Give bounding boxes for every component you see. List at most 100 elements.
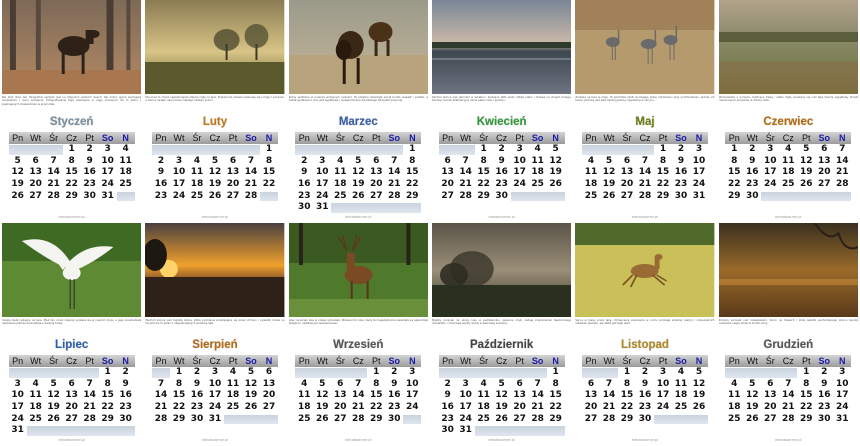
day-cell: 1 [68,144,75,154]
day-cell: 28 [602,413,616,424]
month-name: Wrzesień [333,339,384,351]
weekday-header: Pn Wt Śr Cz Pt So N [581,132,708,144]
day-cell: 8 [659,155,667,166]
day-cell: 12 [746,390,759,401]
day-cell: 9 [122,378,129,389]
day-cell: 25 [531,179,544,190]
day-grid: 1 2 3 4 5 6 7 8 9 10 11 12 13 14 15 16 17 18 19 20 21 22 23 24 2… [438,367,565,437]
empty-day-cell [779,191,798,202]
day-cell: 15 [101,390,114,401]
month-card-dec: Zimowy poranek nad rozlewiskiem. Szron n… [717,223,860,446]
day-cell: 24 [836,402,849,413]
day-cell: 11 [531,155,544,166]
day-cell: 19 [495,402,508,413]
day-cell: 4 [229,367,237,377]
day-cell: 7 [157,378,165,389]
day-cell: 12 [352,167,365,178]
day-cell: 29 [728,190,741,201]
day-cell: 22 [728,179,741,190]
weekday-n: N [552,356,559,366]
day-cell: 19 [11,179,24,190]
empty-day-cell [797,191,816,202]
empty-day-cell [116,191,135,202]
day-cell: 4 [480,378,487,389]
weekday-header: Pn Wt Śr Cz Pt So N [295,355,422,367]
empty-day-cell [689,414,708,425]
day-cell: 29 [172,413,186,424]
day-cell: 23 [638,402,652,413]
weekday-n: N [839,356,846,366]
day-cell: 16 [119,390,132,401]
month-card-jul: Czapla biała lądująca na łące. Ptak ten … [0,223,143,446]
day-cell: 11 [674,378,688,389]
empty-day-cell [259,414,278,425]
day-cell: 5 [552,144,559,154]
day-cell: 21 [352,402,365,413]
day-cell: 7 [391,155,398,166]
month-calendar: Pn Wt Śr Cz Pt So N 1 2 3 4 5 6 7 8 9 10 11 12 13 14 15 16 17 1… [438,355,565,437]
photo-caption: Sarna w biegu przez łąkę. Uchwycenie zwi… [575,319,715,326]
empty-day-cell [151,368,170,378]
month-calendar: Pn Wt Śr Cz Pt So N 1 2 3 4 5 6 7 8 9 10 11 12 13 14 15 16 17 1… [8,132,135,202]
weekday-so: So [531,356,544,366]
day-cell: 10 [656,378,670,389]
day-cell: 17 [656,390,670,401]
weekday-śr: Śr [335,133,345,143]
day-cell: 22 [370,402,383,413]
empty-day-cell [403,414,422,425]
day-cell: 12 [800,155,813,166]
day-cell: 25 [477,413,490,424]
empty-day-cell [546,426,565,437]
day-cell: 28 [459,190,472,201]
weekday-n: N [265,133,273,143]
day-cell: 12 [602,167,616,178]
day-cell: 27 [818,179,831,190]
month-calendar: Pn Wt Śr Cz Pt So N 1 2 3 4 5 6 7 8 9 10 11 12 13 14 15 16 17 1… [151,132,278,202]
empty-day-cell [546,191,565,202]
day-cell: 18 [531,167,544,178]
day-cell: 30 [388,413,401,424]
day-cell: 6 [229,155,237,166]
day-cell: 4 [337,155,344,166]
day-cell: 11 [334,167,347,178]
day-cell: 15 [800,390,813,401]
day-cell: 9 [301,167,308,178]
day-cell: 11 [584,167,598,178]
day-cell: 6 [516,378,523,389]
day-cell: 27 [29,190,42,201]
day-cell: 29 [370,413,383,424]
day-cell: 2 [301,155,308,166]
empty-day-cell [474,368,493,378]
day-cell: 8 [265,155,273,166]
empty-day-cell [62,368,81,378]
month-name: Kwiecień [476,116,527,128]
day-cell: 24 [764,179,777,190]
weekday-so: So [388,356,401,366]
day-cell: 17 [459,402,472,413]
month-card-mar: Żubry spotkane w puszczy wczesnym rankie… [287,0,430,223]
weekday-n: N [122,356,129,366]
day-cell: 14 [836,155,849,166]
day-cell: 19 [692,390,706,401]
month-calendar: Pn Wt Śr Cz Pt So N 1 2 3 4 5 6 7 8 9 10 11 12 13 14 15 16 17 1… [581,355,708,425]
day-cell: 27 [620,190,634,201]
empty-day-cell [761,191,780,202]
day-cell: 3 [175,155,183,166]
empty-day-cell [761,368,780,378]
day-cell: 14 [638,167,652,178]
day-cell: 19 [47,402,60,413]
day-cell: 17 [316,179,329,190]
weekday-pt: Pt [658,356,668,366]
month-card-aug: Wschód słońca nad mglistą doliną. Złote … [143,223,286,446]
day-cell: 13 [764,390,777,401]
empty-day-cell [510,426,529,437]
day-cell: 16 [638,390,652,401]
weekday-n: N [122,133,129,143]
day-cell: 30 [818,413,831,424]
weekday-pn: Pn [585,133,597,143]
empty-day-cell [223,414,242,425]
weekday-wt: Wt [30,133,42,143]
day-cell: 18 [29,402,42,413]
empty-day-cell [259,191,278,202]
empty-day-cell [8,145,27,155]
